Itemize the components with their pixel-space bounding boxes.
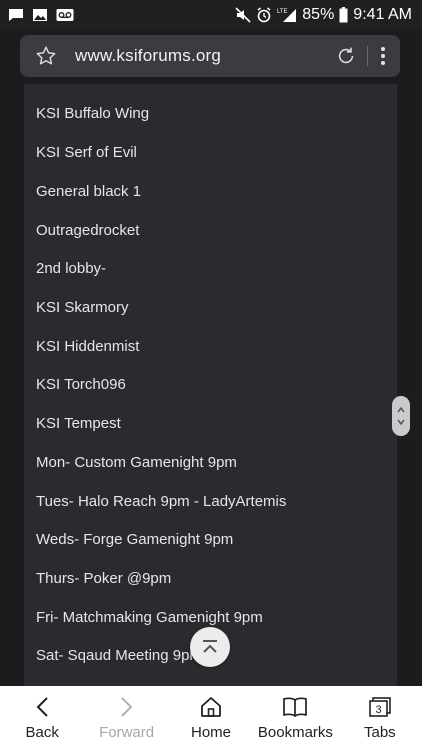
lte-signal-icon: LTE (277, 7, 297, 23)
status-left-icons (0, 8, 74, 22)
reload-icon[interactable] (335, 45, 357, 67)
list-item: Tues- Halo Reach 9pm - LadyArtemis (36, 493, 287, 510)
lte-label: LTE (277, 9, 288, 15)
more-menu-icon[interactable] (380, 46, 386, 66)
list-item: Outragedrocket (36, 222, 140, 239)
scroll-top-icon (203, 640, 217, 653)
list-item: General black 1 (36, 183, 142, 200)
chat-icon (8, 8, 24, 22)
battery-icon (339, 7, 348, 23)
bookmarks-button[interactable]: Bookmarks (253, 686, 337, 750)
battery-percent: 85% (302, 6, 335, 23)
list-item: Mon- Custom Gamenight 9pm (36, 454, 237, 471)
home-icon (201, 697, 221, 717)
forward-arrow-icon (120, 697, 133, 717)
status-right-icons: LTE 85% 9:41 AM (235, 6, 422, 24)
bottom-nav: Back Forward Home Bookmarks 3 Tabs (0, 686, 422, 750)
back-label: Back (25, 724, 59, 741)
url-text[interactable]: www.ksiforums.org (75, 46, 221, 66)
list-item: Weds- Forge Gamenight 9pm (36, 531, 234, 548)
fast-scroll-handle[interactable] (392, 396, 410, 436)
home-label: Home (191, 724, 232, 741)
tabs-button[interactable]: 3 Tabs (338, 686, 422, 750)
scroll-arrows-icon (397, 406, 405, 426)
list-item: Fri- Matchmaking Gamenight 9pm (36, 609, 263, 626)
browser-toolbar: www.ksiforums.org (0, 30, 422, 84)
clock: 9:41 AM (353, 6, 412, 23)
list-item: KSI Buffalo Wing (36, 105, 150, 122)
tab-count: 3 (375, 704, 381, 716)
back-arrow-icon (36, 697, 48, 717)
list-item: KSI Tempest (36, 415, 121, 432)
tabs-label: Tabs (363, 724, 396, 741)
bookmarks-icon (283, 697, 308, 717)
scroll-to-top-button[interactable] (190, 627, 230, 667)
bookmark-star-icon[interactable] (35, 45, 57, 67)
home-button[interactable]: Home (169, 686, 253, 750)
list-item: KSI Serf of Evil (36, 144, 137, 161)
list-item: 2nd lobby- (36, 260, 107, 277)
mute-icon (235, 7, 251, 23)
list-item: KSI Skarmory (36, 299, 129, 316)
list-item: KSI Hiddenmist (36, 338, 140, 355)
forward-label: Forward (99, 724, 155, 741)
image-icon (32, 8, 48, 22)
list-item: Sat- Sqaud Meeting 9pm (36, 647, 202, 664)
back-button[interactable]: Back (0, 686, 84, 750)
url-bar-divider (367, 46, 368, 66)
page-content: KSI Buffalo Wing KSI Serf of Evil Genera… (24, 84, 397, 686)
voicemail-icon (56, 8, 74, 22)
alarm-icon (256, 7, 272, 23)
tabs-icon: 3 (369, 697, 391, 717)
list-item: Thurs- Poker @9pm (36, 570, 172, 587)
url-bar[interactable]: www.ksiforums.org (20, 35, 400, 77)
forward-button[interactable]: Forward (84, 686, 168, 750)
bookmarks-label: Bookmarks (257, 724, 333, 741)
status-bar: LTE 85% 9:41 AM (0, 0, 422, 30)
list-item: KSI Torch096 (36, 376, 126, 393)
